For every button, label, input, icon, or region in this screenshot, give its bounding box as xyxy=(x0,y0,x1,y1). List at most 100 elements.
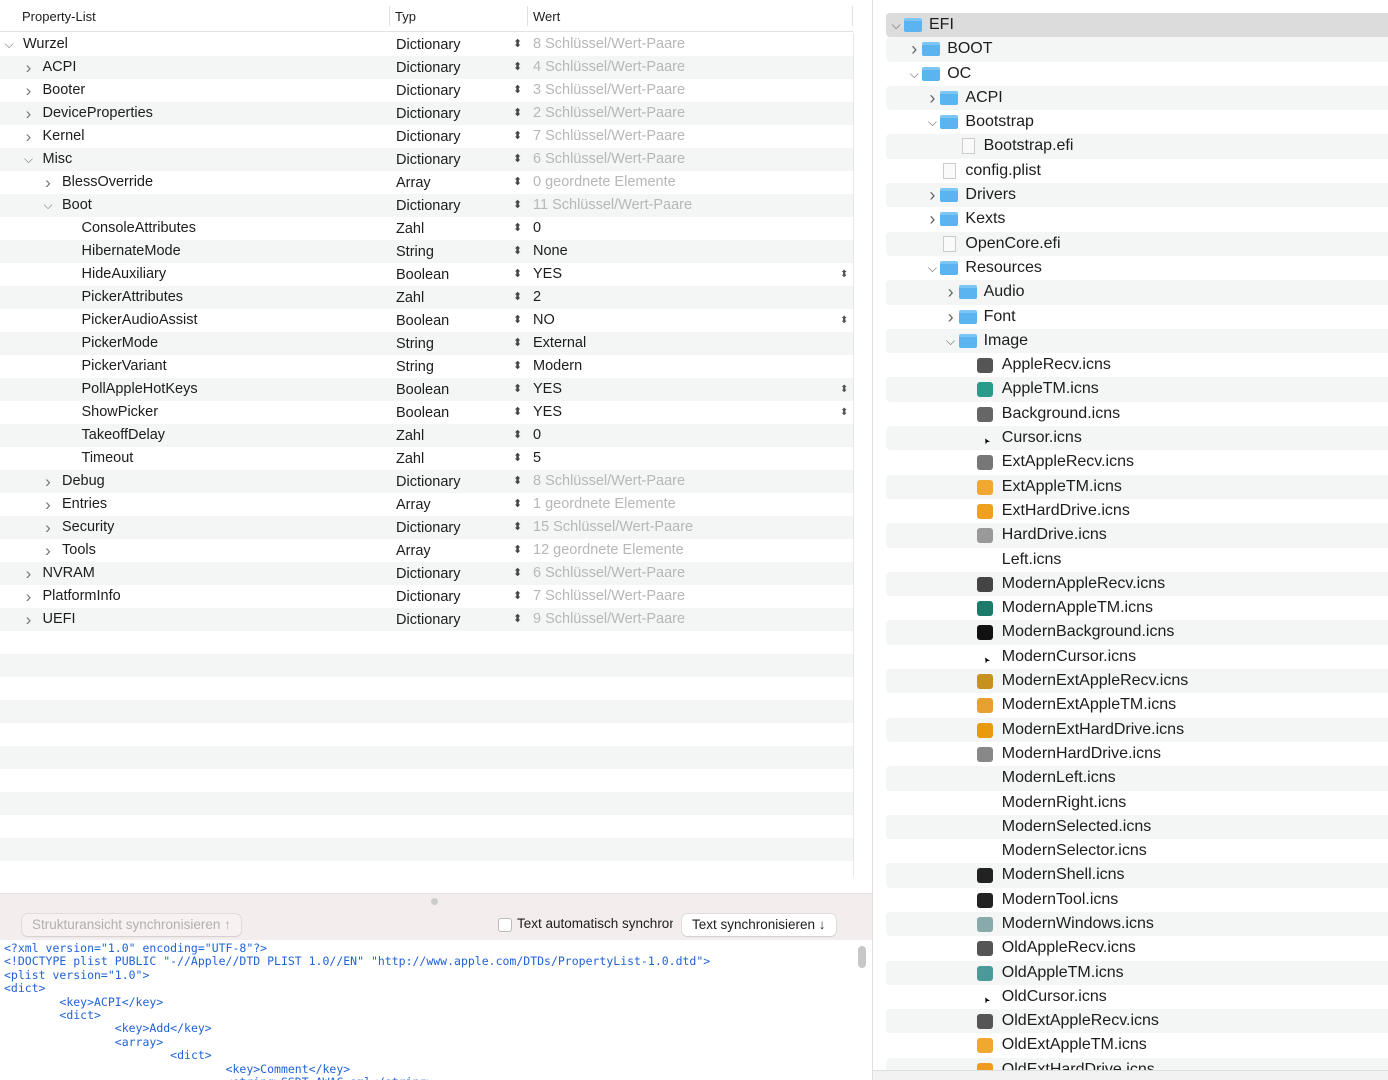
plist-row[interactable]: › Kernel Dictionary ⬍ 7 Schlüssel/Wert-Paare xyxy=(0,125,853,148)
plist-row[interactable]: ⌵ Boot Dictionary ⬍ 11 Schlüssel/Wert-Paare xyxy=(0,194,853,217)
row-type[interactable]: Array xyxy=(396,172,431,195)
row-type[interactable]: Dictionary xyxy=(396,517,460,540)
type-stepper-icon[interactable]: ⬍ xyxy=(513,194,522,217)
file-row[interactable]: ⌵ OC xyxy=(886,62,1388,86)
plist-row[interactable]: › ACPI Dictionary ⬍ 4 Schlüssel/Wert-Paare xyxy=(0,56,853,79)
type-stepper-icon[interactable]: ⬍ xyxy=(513,171,522,194)
row-value[interactable]: 2 Schlüssel/Wert-Paare xyxy=(533,102,685,125)
row-type[interactable]: Dictionary xyxy=(396,34,460,57)
file-row[interactable]: ModernAppleTM.icns xyxy=(886,596,1388,620)
value-popup-icon[interactable]: ⬍ xyxy=(840,401,848,424)
type-stepper-icon[interactable]: ⬍ xyxy=(513,355,522,378)
plist-row[interactable]: › DeviceProperties Dictionary ⬍ 2 Schlüssel/… xyxy=(0,102,853,125)
file-row[interactable]: ModernExtAppleTM.icns xyxy=(886,693,1388,717)
plist-row[interactable]: ConsoleAttributes Zahl ⬍ 0 xyxy=(0,217,853,240)
file-row[interactable]: OldAppleRecv.icns xyxy=(886,936,1388,960)
row-type[interactable]: Array xyxy=(396,494,431,517)
chevron-right-icon[interactable]: › xyxy=(42,470,54,493)
column-divider[interactable] xyxy=(389,6,390,26)
file-row[interactable]: › Kexts xyxy=(886,207,1388,231)
file-row[interactable]: AppleTM.icns xyxy=(886,377,1388,402)
chevron-right-icon[interactable]: › xyxy=(23,608,35,631)
row-value[interactable]: 6 Schlüssel/Wert-Paare xyxy=(533,148,685,171)
row-type[interactable]: Zahl xyxy=(396,218,424,241)
chevron-down-icon[interactable]: ⌵ xyxy=(3,33,15,56)
plist-row[interactable]: PollAppleHotKeys Boolean ⬍ YES ⬍ xyxy=(0,378,853,401)
file-row[interactable]: ExtAppleRecv.icns xyxy=(886,450,1388,474)
file-row[interactable]: ModernShell.icns xyxy=(886,863,1388,888)
row-value[interactable]: YES xyxy=(533,263,562,286)
row-value[interactable]: 3 Schlüssel/Wert-Paare xyxy=(533,79,685,102)
chevron-right-icon[interactable]: › xyxy=(42,493,54,516)
value-popup-icon[interactable]: ⬍ xyxy=(840,309,848,332)
file-row[interactable]: ModernLeft.icns xyxy=(886,766,1388,791)
row-value[interactable]: Modern xyxy=(533,355,582,378)
file-row[interactable]: › Font xyxy=(886,305,1388,329)
row-value[interactable]: 11 Schlüssel/Wert-Paare xyxy=(533,194,692,217)
plist-row[interactable]: › PlatformInfo Dictionary ⬍ 7 Schlüssel/Wert… xyxy=(0,585,853,608)
plist-row[interactable]: ⌵ Wurzel Dictionary ⬍ 8 Schlüssel/Wert-Paare xyxy=(0,33,853,56)
file-row[interactable]: › Drivers xyxy=(886,183,1388,208)
type-stepper-icon[interactable]: ⬍ xyxy=(513,608,522,631)
row-type[interactable]: Zahl xyxy=(396,425,424,448)
type-stepper-icon[interactable]: ⬍ xyxy=(513,286,522,309)
chevron-down-icon[interactable]: ⌵ xyxy=(908,62,920,86)
plist-row[interactable]: › Security Dictionary ⬍ 15 Schlüssel/Wert-Pa… xyxy=(0,516,853,539)
file-row[interactable]: ModernRight.icns xyxy=(886,791,1388,815)
type-stepper-icon[interactable]: ⬍ xyxy=(513,562,522,585)
type-stepper-icon[interactable]: ⬍ xyxy=(513,217,522,240)
sync-structure-button[interactable]: Strukturansicht synchronisieren ↑ xyxy=(22,914,241,936)
xml-text-editor[interactable]: <?xml version="1.0" encoding="UTF-8"?> <!… xyxy=(0,940,872,1080)
file-row[interactable]: ModernSelected.icns xyxy=(886,814,1388,840)
chevron-down-icon[interactable]: ⌵ xyxy=(42,194,54,217)
row-value[interactable]: 12 geordnete Elemente xyxy=(533,539,684,562)
row-type[interactable]: Dictionary xyxy=(396,195,460,218)
row-value[interactable]: 9 Schlüssel/Wert-Paare xyxy=(533,608,685,631)
row-type[interactable]: Dictionary xyxy=(396,471,460,494)
split-handle[interactable] xyxy=(431,898,438,905)
chevron-right-icon[interactable]: › xyxy=(23,562,35,585)
file-row[interactable]: ModernBackground.icns xyxy=(886,620,1388,645)
row-type[interactable]: Zahl xyxy=(396,287,424,310)
row-value[interactable]: 7 Schlüssel/Wert-Paare xyxy=(533,125,685,148)
file-row[interactable]: › Audio xyxy=(886,280,1388,305)
file-row[interactable]: › BOOT xyxy=(886,37,1388,62)
type-stepper-icon[interactable]: ⬍ xyxy=(513,309,522,332)
file-row[interactable]: › ACPI xyxy=(886,85,1388,111)
plist-row[interactable]: › NVRAM Dictionary ⬍ 6 Schlüssel/Wert-Paare xyxy=(0,562,853,585)
value-popup-icon[interactable]: ⬍ xyxy=(840,263,848,286)
file-row[interactable]: OldExtHardDrive.icns xyxy=(886,1057,1388,1070)
row-type[interactable]: Boolean xyxy=(396,379,449,402)
header-value[interactable]: Wert xyxy=(533,9,560,24)
row-value[interactable]: NO xyxy=(533,309,555,332)
row-type[interactable]: Dictionary xyxy=(396,103,460,126)
row-type[interactable]: Array xyxy=(396,540,431,563)
plist-row[interactable]: › Entries Array ⬍ 1 geordnete Elemente xyxy=(0,493,853,516)
plist-row[interactable]: › UEFI Dictionary ⬍ 9 Schlüssel/Wert-Paare xyxy=(0,608,853,631)
file-row[interactable]: HardDrive.icns xyxy=(886,523,1388,548)
type-stepper-icon[interactable]: ⬍ xyxy=(513,470,522,493)
row-type[interactable]: String xyxy=(396,356,434,379)
row-type[interactable]: Dictionary xyxy=(396,126,460,149)
row-value[interactable]: YES xyxy=(533,378,562,401)
row-type[interactable]: String xyxy=(396,241,434,264)
type-stepper-icon[interactable]: ⬍ xyxy=(513,240,522,263)
type-stepper-icon[interactable]: ⬍ xyxy=(513,585,522,608)
column-divider[interactable] xyxy=(527,6,528,26)
type-stepper-icon[interactable]: ⬍ xyxy=(513,79,522,102)
type-stepper-icon[interactable]: ⬍ xyxy=(513,148,522,171)
row-value[interactable]: 0 xyxy=(533,217,541,240)
file-row[interactable]: ⌵ Image xyxy=(886,328,1388,354)
type-stepper-icon[interactable]: ⬍ xyxy=(513,263,522,286)
file-row[interactable]: AppleRecv.icns xyxy=(886,353,1388,377)
chevron-right-icon[interactable]: › xyxy=(23,102,35,125)
row-type[interactable]: Dictionary xyxy=(396,149,460,172)
row-value[interactable]: 1 geordnete Elemente xyxy=(533,493,676,516)
row-type[interactable]: Boolean xyxy=(396,264,449,287)
file-row[interactable]: ModernWindows.icns xyxy=(886,911,1388,937)
plist-row[interactable]: PickerVariant String ⬍ Modern xyxy=(0,355,853,378)
file-row[interactable]: ➤ ModernCursor.icns xyxy=(886,645,1388,669)
file-row[interactable]: ModernAppleRecv.icns xyxy=(886,571,1388,597)
chevron-right-icon[interactable]: › xyxy=(42,539,54,562)
value-popup-icon[interactable]: ⬍ xyxy=(840,378,848,401)
